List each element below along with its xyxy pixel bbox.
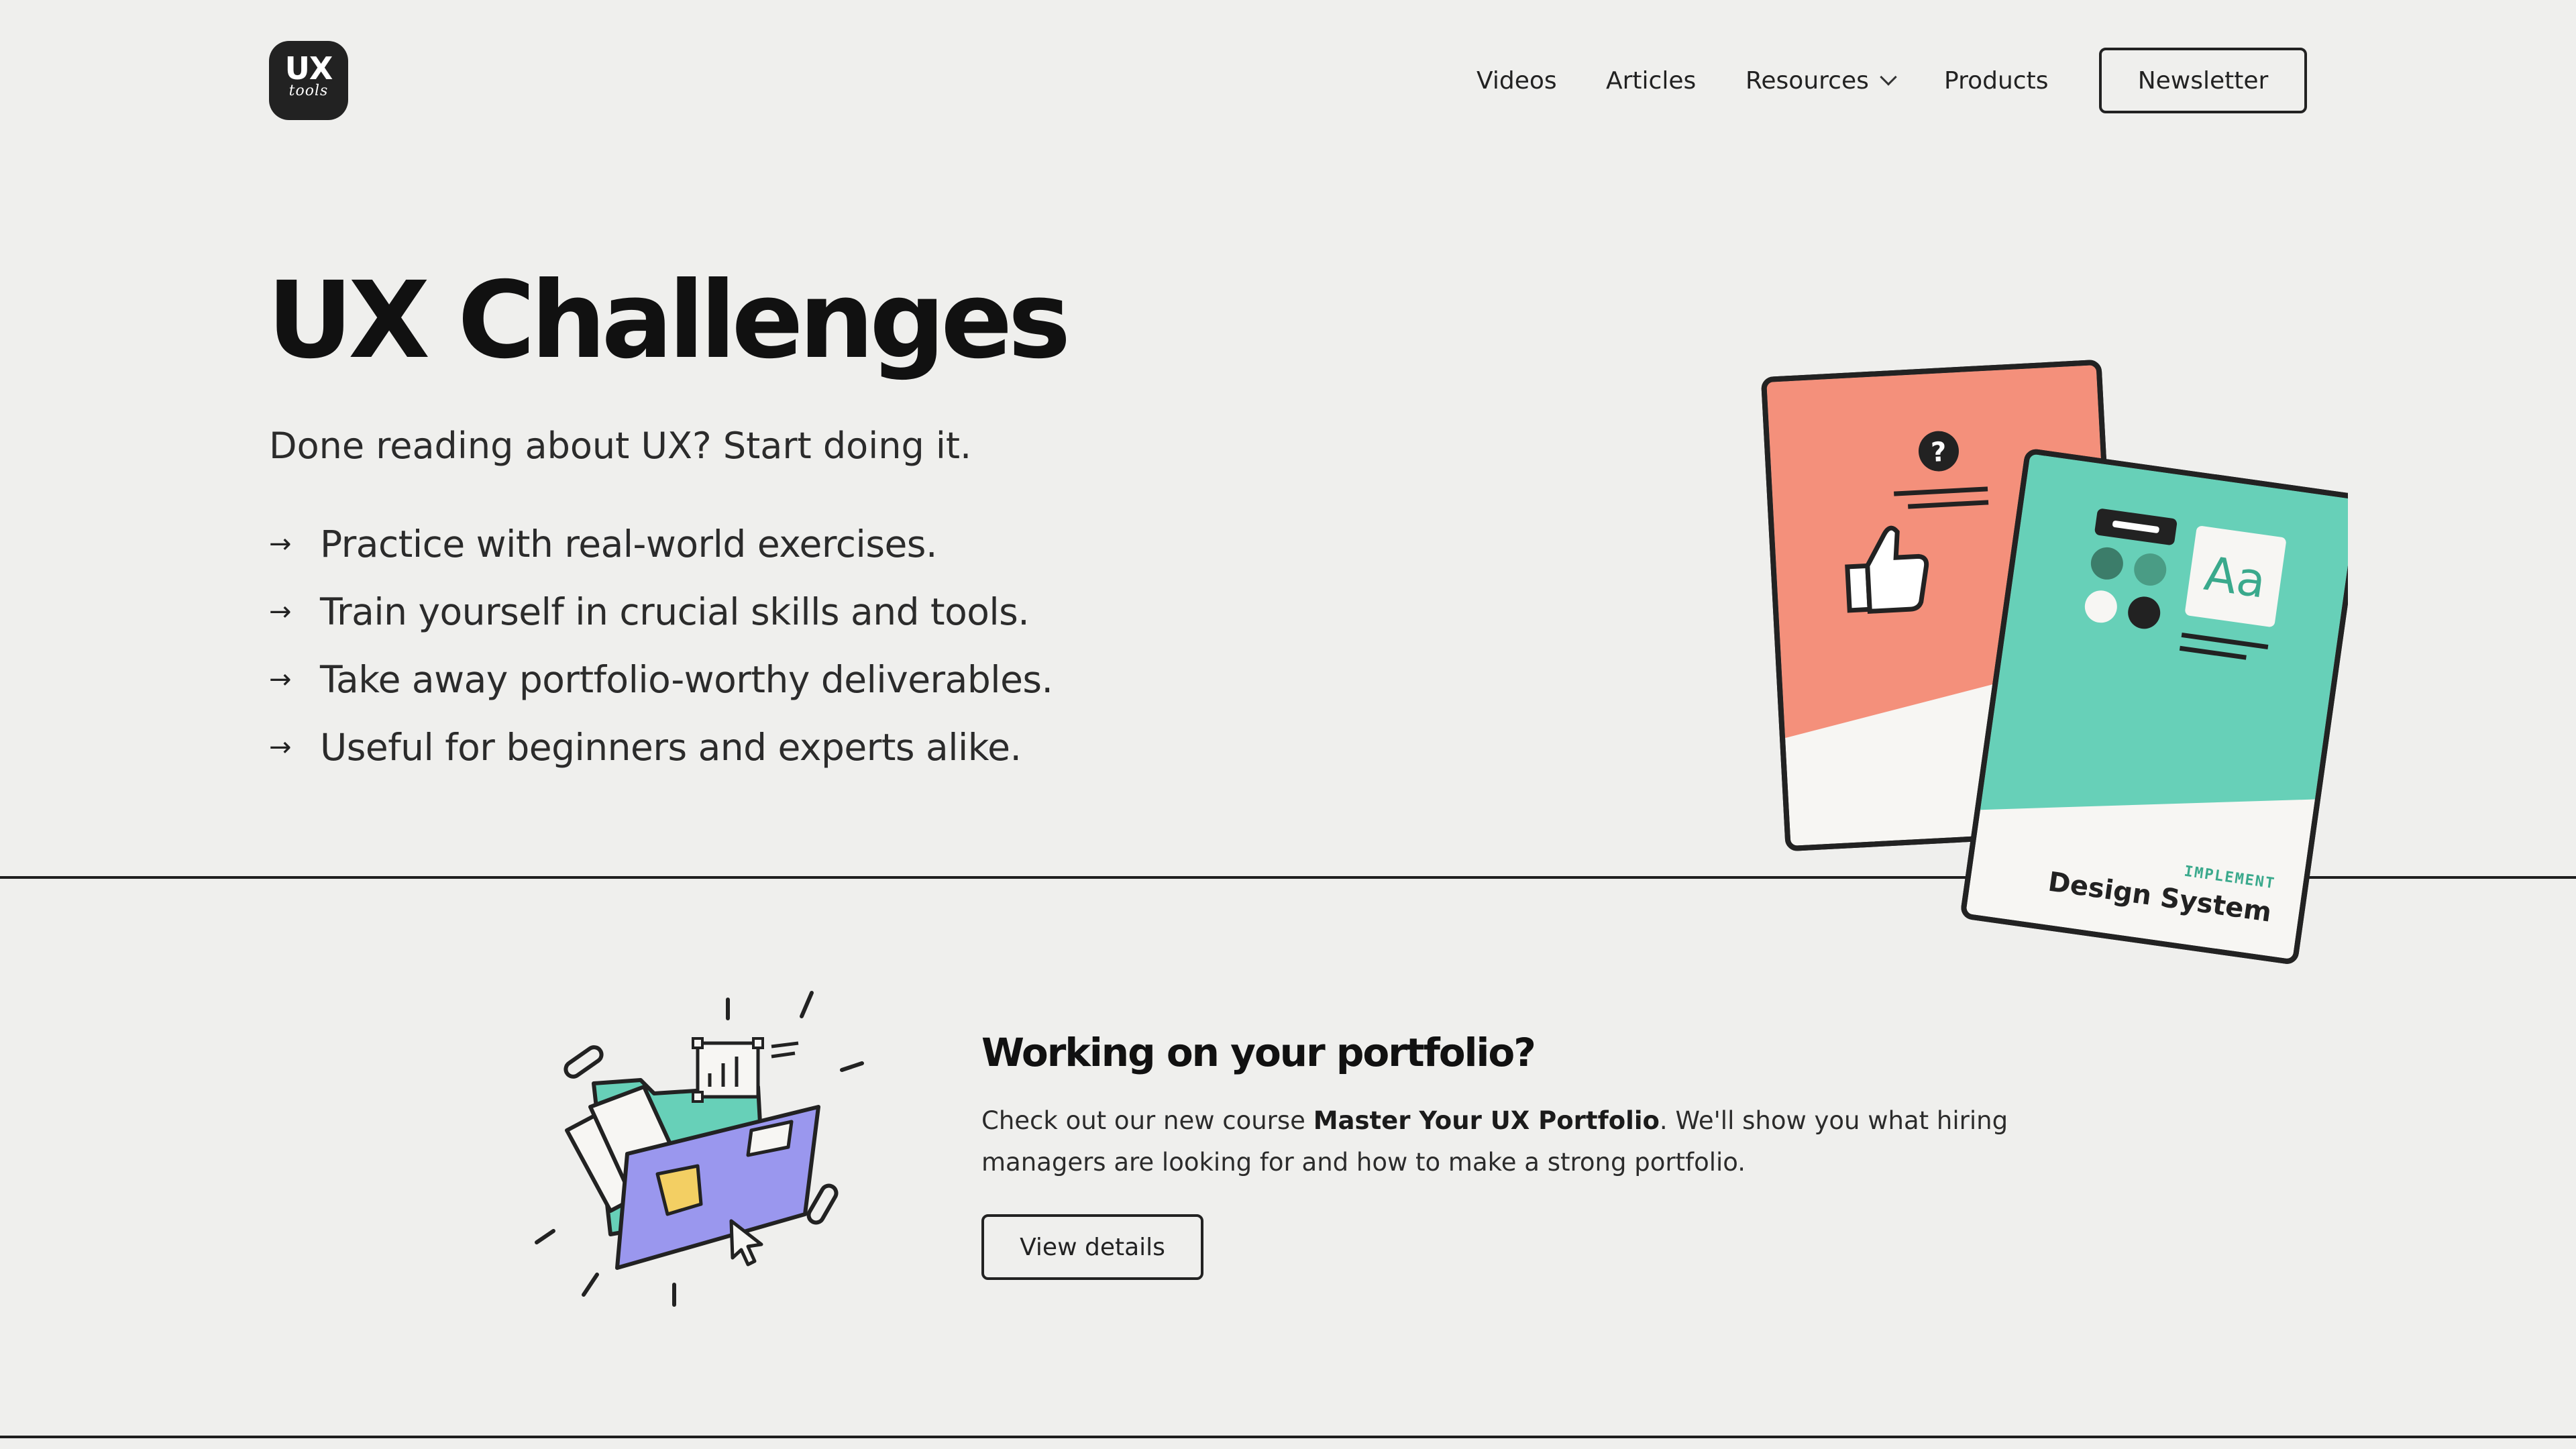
logo-subtext: tools: [288, 83, 329, 99]
page-title: UX Challenges: [267, 259, 1071, 382]
arrow-right-icon: →: [269, 663, 292, 695]
nav-videos[interactable]: Videos: [1477, 64, 1557, 98]
type-specimen: Aa: [2201, 546, 2269, 609]
challenge-cards-illustration: ? Aa IMPLEMENT Design System: [1761, 360, 2348, 964]
list-item: → Take away portfolio-worthy deliverables…: [269, 645, 1053, 713]
feature-text: Practice with real-world exercises.: [320, 522, 937, 566]
logo-text: UX: [284, 50, 333, 87]
paperclip-icon: [806, 1183, 839, 1225]
nav-articles[interactable]: Articles: [1606, 64, 1696, 98]
list-item: → Useful for beginners and experts alike.: [269, 713, 1053, 781]
promo-description: Check out our new course Master Your UX …: [981, 1100, 2068, 1183]
feature-text: Train yourself in crucial skills and too…: [320, 590, 1030, 633]
list-item: → Practice with real-world exercises.: [269, 510, 1053, 578]
view-details-button[interactable]: View details: [981, 1214, 1203, 1280]
feature-text: Take away portfolio-worthy deliverables.: [320, 657, 1053, 701]
newsletter-button[interactable]: Newsletter: [2099, 48, 2307, 113]
arrow-right-icon: →: [269, 528, 292, 559]
nav-resources[interactable]: Resources: [1746, 64, 1897, 98]
feature-text: Useful for beginners and experts alike.: [320, 725, 1022, 769]
paperclip-icon: [564, 1045, 604, 1079]
list-item: → Train yourself in crucial skills and to…: [269, 578, 1053, 645]
uxtools-logo[interactable]: UX tools: [269, 41, 348, 120]
promo-text: Check out our new course: [981, 1106, 1313, 1135]
svg-text:?: ?: [1930, 437, 1947, 468]
nav-resources-label: Resources: [1746, 67, 1869, 95]
section-divider: [0, 1436, 2576, 1438]
promo-title: Working on your portfolio?: [981, 1030, 1536, 1075]
chart-icon: [692, 1037, 764, 1103]
nav-products[interactable]: Products: [1944, 64, 2048, 98]
course-name: Master Your UX Portfolio: [1313, 1106, 1660, 1135]
portfolio-folder-illustration: [535, 991, 864, 1307]
arrow-right-icon: →: [269, 731, 292, 763]
arrow-right-icon: →: [269, 596, 292, 627]
feature-list: → Practice with real-world exercises. → Tr…: [269, 510, 1053, 781]
front-card: Aa IMPLEMENT Design System: [1961, 449, 2348, 964]
hero-subtitle: Done reading about UX? Start doing it.: [269, 425, 972, 467]
chevron-down-icon: [1880, 68, 1897, 86]
